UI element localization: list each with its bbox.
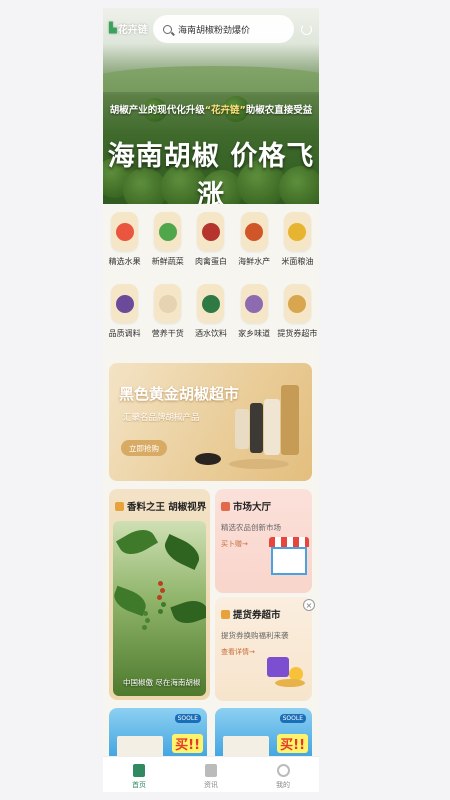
search-icon: [163, 24, 172, 34]
meat-icon: [197, 212, 225, 251]
seafood-icon: [240, 212, 268, 251]
category-label: 品质调料: [108, 329, 141, 338]
category-grid: 精选水果 新鲜蔬菜 肉禽蛋白 海鲜水产 米面粮油品质调料 营养干货 酒水饮料 家乡味道 提货券超…: [103, 212, 319, 339]
peppercorn-pile-icon: [195, 453, 221, 465]
category-label: 酒水饮料: [194, 329, 227, 338]
category-item[interactable]: 精选水果: [103, 212, 146, 267]
close-icon[interactable]: ×: [303, 599, 315, 611]
category-item[interactable]: 米面粮油: [276, 212, 319, 267]
app-screen: ▙ 花卉链 海南胡椒粉劲爆价 胡椒产业的现代化升级“花卉链”助椒农直接受益 海南…: [103, 8, 319, 792]
promo-card-1[interactable]: SOOLE 买!!: [109, 708, 207, 763]
seasoning-icon: [111, 284, 139, 323]
shop-awning-icon: [269, 537, 309, 547]
dried-goods-icon: [154, 284, 182, 323]
bottom-tab-bar: 首页 资讯 我的: [103, 756, 319, 792]
category-label: 米面粮油: [281, 257, 314, 266]
app-logo: ▙ 花卉链: [109, 23, 148, 36]
category-item[interactable]: 家乡味道: [233, 284, 276, 339]
badge-icon: [115, 501, 124, 511]
hero-headline: 海南胡椒 价格飞涨: [107, 141, 315, 204]
category-label: 营养干货: [151, 329, 184, 338]
drinks-icon: [197, 284, 225, 323]
voucher-market-card[interactable]: 提货券超市 提货券换购福利来袭 查看详情→: [215, 597, 312, 701]
pepper-world-card[interactable]: 香料之王 胡椒视界 中国椒傲 尽在海南胡椒: [109, 489, 210, 700]
product-jar-icon: [264, 399, 280, 455]
fruit-icon: [111, 212, 139, 251]
banner-title: 黑色黄金胡椒超市: [119, 385, 240, 403]
tab-profile[interactable]: 我的: [247, 757, 319, 792]
category-item[interactable]: 肉禽蛋白: [189, 212, 232, 267]
refresh-icon[interactable]: [301, 24, 312, 35]
shop-icon: [271, 547, 307, 575]
pepper-plant-image: 中国椒傲 尽在海南胡椒: [113, 521, 206, 696]
gift-box-icon: [267, 657, 289, 677]
home-icon: [133, 764, 145, 777]
category-label: 肉禽蛋白: [194, 257, 227, 266]
category-label: 精选水果: [108, 257, 141, 266]
promo-banner[interactable]: 黑色黄金胡椒超市 汇聚名品牌胡椒产品 立即抢购: [109, 363, 312, 481]
category-item[interactable]: 酒水饮料: [189, 284, 232, 339]
category-label: 新鲜蔬菜: [151, 257, 184, 266]
pepper-grinder-icon: [250, 403, 263, 453]
product-box-icon: [281, 385, 299, 455]
category-item[interactable]: 新鲜蔬菜: [146, 212, 189, 267]
grain-oil-icon: [283, 212, 311, 251]
hometown-food-icon: [240, 284, 268, 323]
promo-card-2[interactable]: SOOLE 买!!: [215, 708, 312, 763]
product-jar-icon: [235, 409, 249, 449]
market-hall-card[interactable]: 市场大厅 精选农品创新市场 买卜赠→: [215, 489, 312, 593]
banner-subtitle: 汇聚名品牌胡椒产品: [123, 413, 200, 423]
news-icon: [205, 764, 217, 777]
category-item[interactable]: 营养干货: [146, 284, 189, 339]
category-item[interactable]: 品质调料: [103, 284, 146, 339]
category-label: 海鲜水产: [238, 257, 271, 266]
voucher-icon: [283, 284, 311, 323]
category-label: 提货券超市: [277, 329, 318, 338]
profile-icon: [276, 764, 290, 777]
voucher-icon: [221, 609, 230, 619]
category-item[interactable]: 提货券超市: [276, 284, 319, 339]
category-label: 家乡味道: [238, 329, 271, 338]
logo-icon: ▙: [109, 23, 117, 34]
tab-news[interactable]: 资讯: [175, 757, 247, 792]
category-item[interactable]: 海鲜水产: [233, 212, 276, 267]
buy-now-button[interactable]: 立即抢购: [121, 440, 167, 456]
vegetable-icon: [154, 212, 182, 251]
market-icon: [221, 501, 230, 511]
hero-subtitle: 胡椒产业的现代化升级“花卉链”助椒农直接受益: [109, 105, 313, 116]
search-input[interactable]: 海南胡椒粉劲爆价: [153, 15, 294, 43]
tab-home[interactable]: 首页: [103, 757, 175, 792]
hero-banner[interactable]: ▙ 花卉链 海南胡椒粉劲爆价 胡椒产业的现代化升级“花卉链”助椒农直接受益 海南…: [103, 8, 319, 204]
